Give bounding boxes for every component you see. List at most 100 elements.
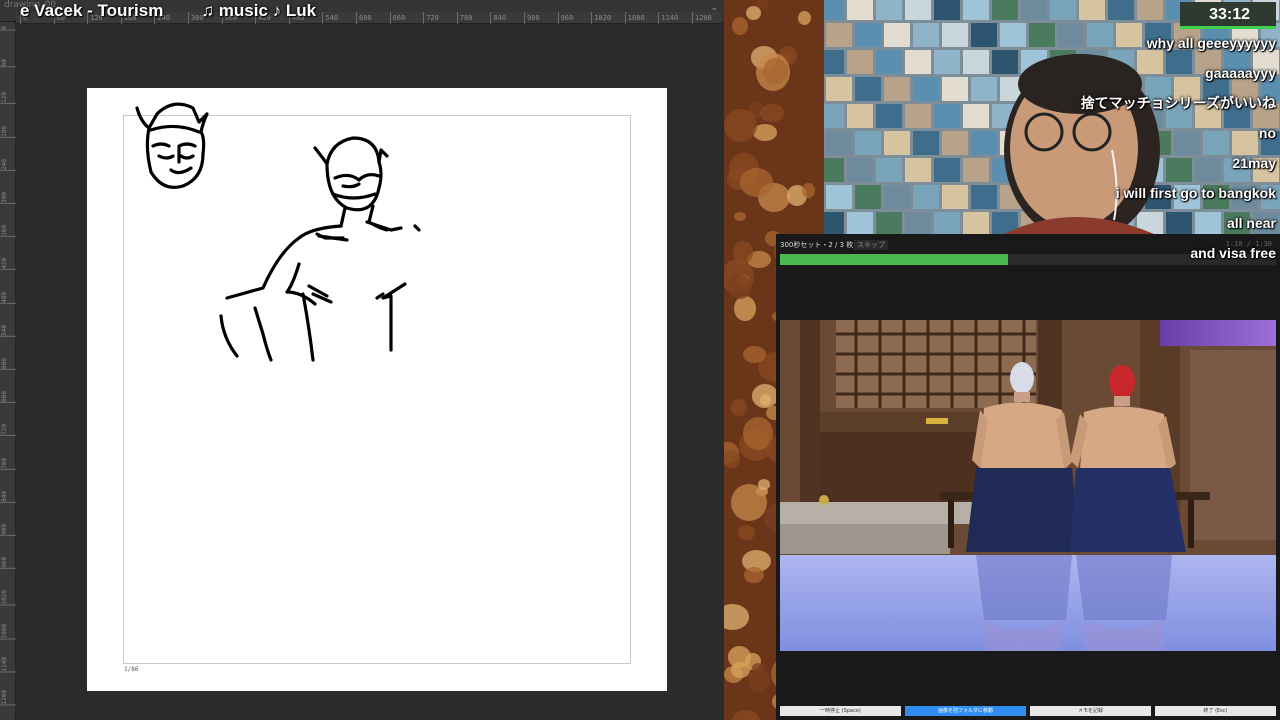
wall-postcard	[847, 158, 873, 182]
pattern-blob	[752, 663, 765, 673]
wall-postcard	[847, 104, 873, 128]
pattern-blob	[724, 109, 758, 142]
ruler-tick-label: 960	[557, 12, 573, 24]
wall-postcard	[855, 23, 881, 47]
wall-postcard	[876, 212, 902, 234]
wall-postcard	[876, 0, 902, 20]
wall-postcard	[934, 104, 960, 128]
wall-postcard	[884, 185, 910, 209]
pattern-blob	[731, 399, 748, 416]
pattern-blob	[760, 104, 785, 122]
sketch-drawing	[135, 102, 421, 362]
wall-postcard	[913, 77, 939, 101]
wall-postcard	[884, 23, 910, 47]
ruler-tick-label: 1020	[0, 590, 16, 606]
vertical-ruler: 0 60 120 180 240 300 360 420 480 540 600 660 720 780 8…	[0, 22, 16, 720]
wall-postcard	[934, 0, 960, 20]
ruler-tick-label: 1200	[0, 690, 16, 706]
ruler-tick-label: 180	[0, 125, 16, 138]
skip-button[interactable]: スキップ	[854, 240, 888, 250]
wall-postcard	[824, 212, 844, 234]
memo-button[interactable]: メモを記録	[1030, 706, 1151, 716]
wall-postcard	[1108, 0, 1134, 20]
chat-message: gaaaaayyy	[1205, 65, 1276, 81]
viewer-button-row: 一時停止 (Space) 画像を別フォルダに移動 メモを記録 終了 (Esc)	[780, 706, 1276, 716]
ruler-tick-label: 720	[0, 424, 16, 437]
ruler-tick-label: 960	[0, 557, 16, 570]
wall-postcard	[826, 77, 852, 101]
now-playing-ticker: e Vacek - Tourism ♫ music ♪ Luk	[20, 1, 354, 23]
canvas-paper[interactable]: 1/86	[87, 88, 667, 691]
wall-postcard	[905, 0, 931, 20]
ruler-tick-label: 540	[0, 324, 16, 337]
chat-message: all near	[1226, 215, 1276, 231]
wall-postcard	[1050, 0, 1076, 20]
ruler-tick-label: 60	[0, 59, 16, 68]
reference-photo-image	[780, 320, 1276, 651]
pattern-blob	[742, 346, 766, 364]
chat-message: i will first go to bangkok	[1115, 185, 1276, 201]
wall-postcard	[913, 23, 939, 47]
wall-postcard	[824, 0, 844, 20]
wall-postcard	[855, 131, 881, 155]
ruler-tick-label: 780	[456, 12, 472, 24]
wall-postcard	[942, 131, 968, 155]
ruler-tick-label: 0	[0, 26, 16, 31]
wall-postcard	[1021, 0, 1047, 20]
wall-postcard	[884, 131, 910, 155]
wall-postcard	[905, 50, 931, 74]
stream-timer: 33:12	[1180, 2, 1276, 28]
canvas-workspace[interactable]: 1/86	[17, 25, 723, 720]
wall-postcard	[824, 158, 844, 182]
pattern-blob	[744, 567, 764, 583]
wall-postcard	[905, 212, 931, 234]
wall-postcard	[847, 0, 873, 20]
pattern-blob	[724, 450, 741, 469]
wall-postcard	[826, 23, 852, 47]
wall-postcard	[913, 185, 939, 209]
pattern-blob	[746, 5, 762, 21]
exit-button[interactable]: 終了 (Esc)	[1155, 706, 1276, 716]
ruler-tick-label: 1140	[658, 12, 678, 24]
chat-overlay: why all geeeyyyyyy gaaaaayyy 捨てマッチョシリーズがいい…	[976, 28, 1276, 268]
ruler-tick-label: 300	[0, 192, 16, 204]
wall-postcard	[876, 50, 902, 74]
pattern-blob	[738, 524, 756, 540]
wall-postcard	[847, 50, 873, 74]
ruler-tick-label: 840	[0, 490, 16, 503]
pattern-blob	[802, 183, 816, 198]
ruler-tick-label: 780	[0, 457, 16, 470]
chat-message: no	[1258, 125, 1276, 141]
wall-postcard	[876, 158, 902, 182]
ruler-tick-label: 1080	[624, 12, 645, 24]
pattern-blob	[724, 604, 750, 630]
ruler-tick-label: 600	[356, 12, 372, 24]
stream-layout: drawing_00... ⌄ 0 60 120 180 240 300 360 420 480…	[0, 0, 1280, 720]
wall-postcard	[826, 131, 852, 155]
wall-postcard	[905, 104, 931, 128]
pattern-blob	[797, 11, 811, 26]
track-title: e Vacek - Tourism	[20, 1, 164, 20]
ruler-tick-label: 1080	[0, 623, 16, 640]
next-track: ♫ music ♪ Luk	[201, 1, 317, 20]
drawing-app-window: drawing_00... ⌄ 0 60 120 180 240 300 360 420 480…	[0, 0, 724, 720]
wall-postcard	[934, 50, 960, 74]
chat-message: 捨てマッチョシリーズがいいね	[1080, 95, 1276, 111]
ruler-tick-label: 120	[0, 92, 16, 105]
wall-postcard	[905, 158, 931, 182]
wall-postcard	[913, 131, 939, 155]
photo-viewer-window: 300秒セット・2 / 3 枚目 スキップ 1:10 / 1:30 一時停止 (…	[776, 234, 1280, 720]
ruler-tick-label: 480	[0, 291, 16, 304]
wall-postcard	[855, 185, 881, 209]
ruler-tick-label: 660	[0, 391, 16, 404]
pause-button[interactable]: 一時停止 (Space)	[780, 706, 901, 716]
ruler-tick-label: 1020	[591, 12, 611, 24]
wall-postcard	[1079, 0, 1105, 20]
ruler-tick-label: 840	[490, 12, 506, 24]
pattern-blob	[732, 17, 749, 36]
move-image-button[interactable]: 画像を別フォルダに移動	[905, 706, 1026, 716]
session-progress-fill	[780, 254, 1009, 265]
wall-postcard	[942, 185, 968, 209]
viewer-title: 300秒セット・2 / 3 枚目	[780, 241, 861, 249]
ruler-tick-label: 1140	[0, 656, 16, 673]
